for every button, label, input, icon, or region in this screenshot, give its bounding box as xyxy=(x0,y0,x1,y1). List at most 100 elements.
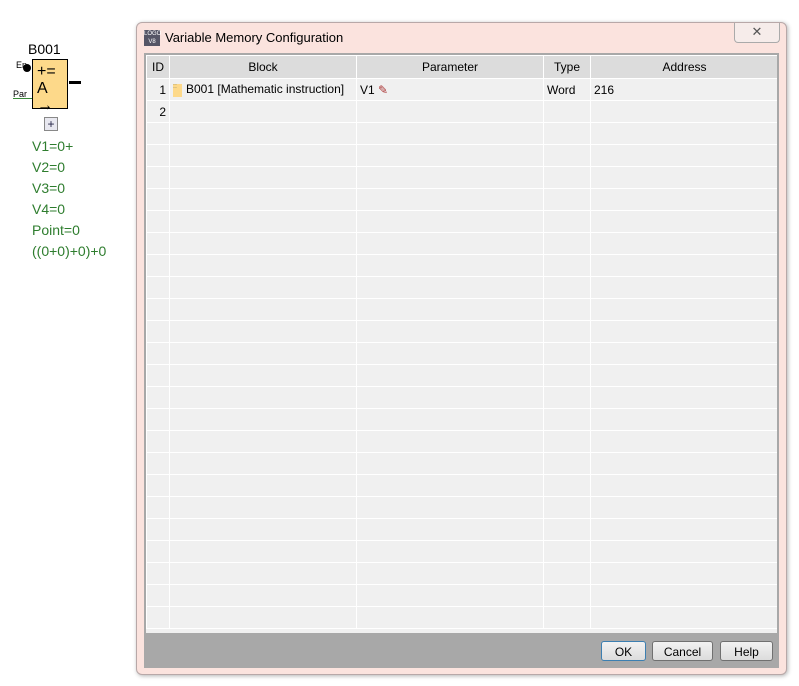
cell-type[interactable] xyxy=(543,474,591,497)
column-header-id[interactable]: ID xyxy=(146,55,170,79)
table-row[interactable] xyxy=(146,386,777,409)
cell-block[interactable] xyxy=(169,232,357,255)
cell-parameter[interactable] xyxy=(356,254,544,277)
cell-parameter[interactable] xyxy=(356,166,544,189)
cell-address[interactable] xyxy=(590,584,777,607)
cell-address[interactable] xyxy=(590,364,777,387)
cell-address[interactable] xyxy=(590,342,777,365)
table-row[interactable] xyxy=(146,452,777,475)
table-row[interactable] xyxy=(146,122,777,145)
cell-address[interactable] xyxy=(590,386,777,409)
cell-id[interactable] xyxy=(146,342,170,365)
cell-type[interactable] xyxy=(543,408,591,431)
column-header-type[interactable]: Type xyxy=(543,55,591,79)
cell-type[interactable] xyxy=(543,386,591,409)
table-row[interactable]: 1:: B001 [Mathematic instruction] V1 ✎ Word… xyxy=(146,78,777,101)
cell-parameter[interactable] xyxy=(356,518,544,541)
cell-block[interactable] xyxy=(169,452,357,475)
cell-id[interactable] xyxy=(146,276,170,299)
table-row[interactable] xyxy=(146,408,777,431)
cell-type[interactable] xyxy=(543,166,591,189)
table-row[interactable] xyxy=(146,232,777,255)
cell-block[interactable] xyxy=(169,342,357,365)
cell-address[interactable] xyxy=(590,254,777,277)
table-row[interactable] xyxy=(146,540,777,563)
cell-address[interactable] xyxy=(590,232,777,255)
cell-address[interactable] xyxy=(590,474,777,497)
table-row[interactable] xyxy=(146,254,777,277)
cell-type[interactable] xyxy=(543,342,591,365)
cell-id[interactable] xyxy=(146,518,170,541)
cell-block[interactable] xyxy=(169,298,357,321)
cell-type[interactable] xyxy=(543,122,591,145)
table-row[interactable] xyxy=(146,320,777,343)
cell-id[interactable]: 2 xyxy=(146,100,170,123)
cell-address[interactable] xyxy=(590,540,777,563)
cell-type[interactable] xyxy=(543,320,591,343)
column-header-parameter[interactable]: Parameter xyxy=(356,55,544,79)
cell-address[interactable] xyxy=(590,276,777,299)
cell-id[interactable] xyxy=(146,496,170,519)
cancel-button[interactable]: Cancel xyxy=(652,641,713,661)
help-button[interactable]: Help xyxy=(720,641,773,661)
cell-block[interactable] xyxy=(169,276,357,299)
cell-parameter[interactable] xyxy=(356,496,544,519)
cell-type[interactable] xyxy=(543,562,591,585)
cell-id[interactable] xyxy=(146,144,170,167)
cell-address[interactable] xyxy=(590,166,777,189)
cell-type[interactable] xyxy=(543,100,591,123)
cell-id[interactable] xyxy=(146,452,170,475)
cell-block[interactable] xyxy=(169,210,357,233)
cell-parameter[interactable] xyxy=(356,562,544,585)
cell-block[interactable] xyxy=(169,518,357,541)
cell-parameter[interactable] xyxy=(356,606,544,629)
cell-parameter[interactable] xyxy=(356,342,544,365)
table-row[interactable] xyxy=(146,188,777,211)
cell-parameter[interactable] xyxy=(356,386,544,409)
cell-type[interactable] xyxy=(543,364,591,387)
cell-parameter[interactable] xyxy=(356,232,544,255)
cell-block[interactable] xyxy=(169,320,357,343)
cell-type[interactable] xyxy=(543,452,591,475)
cell-parameter[interactable] xyxy=(356,430,544,453)
table-row[interactable] xyxy=(146,562,777,585)
cell-type[interactable] xyxy=(543,540,591,563)
cell-address[interactable] xyxy=(590,452,777,475)
column-header-block[interactable]: Block xyxy=(169,55,357,79)
table-row[interactable] xyxy=(146,518,777,541)
cell-parameter[interactable] xyxy=(356,584,544,607)
table-row[interactable] xyxy=(146,166,777,189)
cell-parameter[interactable] xyxy=(356,122,544,145)
cell-type[interactable] xyxy=(543,606,591,629)
cell-type[interactable]: Word xyxy=(543,78,591,101)
cell-block[interactable] xyxy=(169,122,357,145)
cell-id[interactable] xyxy=(146,606,170,629)
table-row[interactable]: 2 xyxy=(146,100,777,123)
cell-parameter[interactable] xyxy=(356,100,544,123)
cell-block[interactable] xyxy=(169,540,357,563)
table-row[interactable] xyxy=(146,144,777,167)
cell-id[interactable] xyxy=(146,474,170,497)
expand-icon[interactable]: + xyxy=(44,117,58,131)
table-row[interactable] xyxy=(146,584,777,607)
cell-parameter[interactable] xyxy=(356,210,544,233)
cell-id[interactable] xyxy=(146,210,170,233)
cell-address[interactable] xyxy=(590,496,777,519)
cell-parameter[interactable] xyxy=(356,298,544,321)
cell-address[interactable] xyxy=(590,408,777,431)
cell-block[interactable]: :: B001 [Mathematic instruction] xyxy=(169,78,357,101)
table-row[interactable] xyxy=(146,496,777,519)
cell-type[interactable] xyxy=(543,210,591,233)
cell-block[interactable] xyxy=(169,408,357,431)
cell-address[interactable] xyxy=(590,562,777,585)
cell-block[interactable] xyxy=(169,364,357,387)
en-connector[interactable] xyxy=(23,64,31,72)
cell-id[interactable] xyxy=(146,232,170,255)
cell-parameter[interactable] xyxy=(356,144,544,167)
cell-address[interactable] xyxy=(590,430,777,453)
table-row[interactable] xyxy=(146,430,777,453)
cell-type[interactable] xyxy=(543,232,591,255)
cell-block[interactable] xyxy=(169,496,357,519)
cell-address[interactable] xyxy=(590,320,777,343)
ok-button[interactable]: OK xyxy=(601,641,646,661)
